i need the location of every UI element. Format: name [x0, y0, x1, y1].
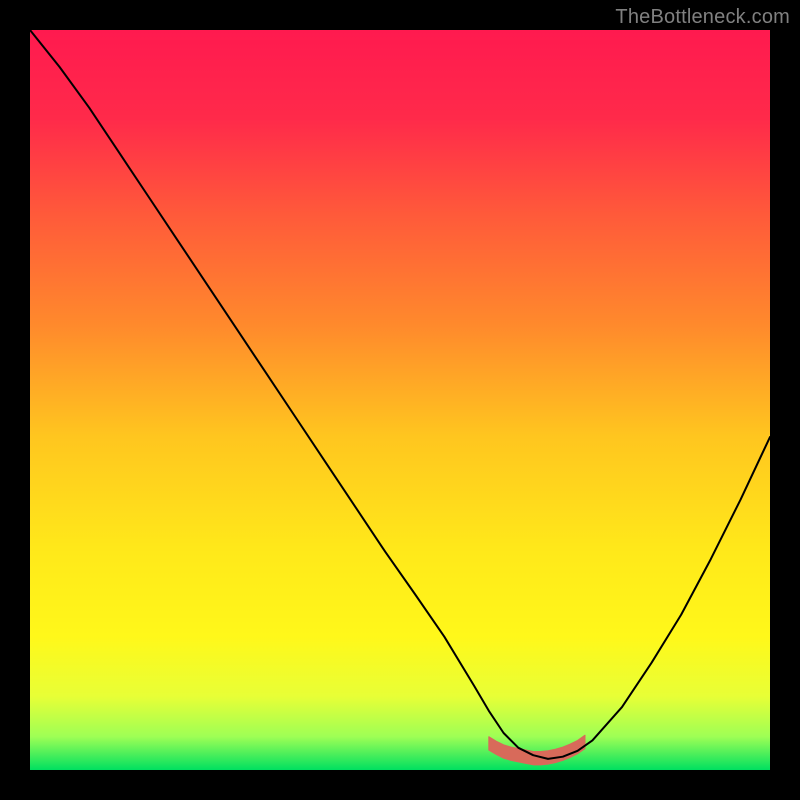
chart-svg [30, 30, 770, 770]
chart-plot-area [30, 30, 770, 770]
watermark-text: TheBottleneck.com [615, 6, 790, 29]
chart-background [30, 30, 770, 770]
